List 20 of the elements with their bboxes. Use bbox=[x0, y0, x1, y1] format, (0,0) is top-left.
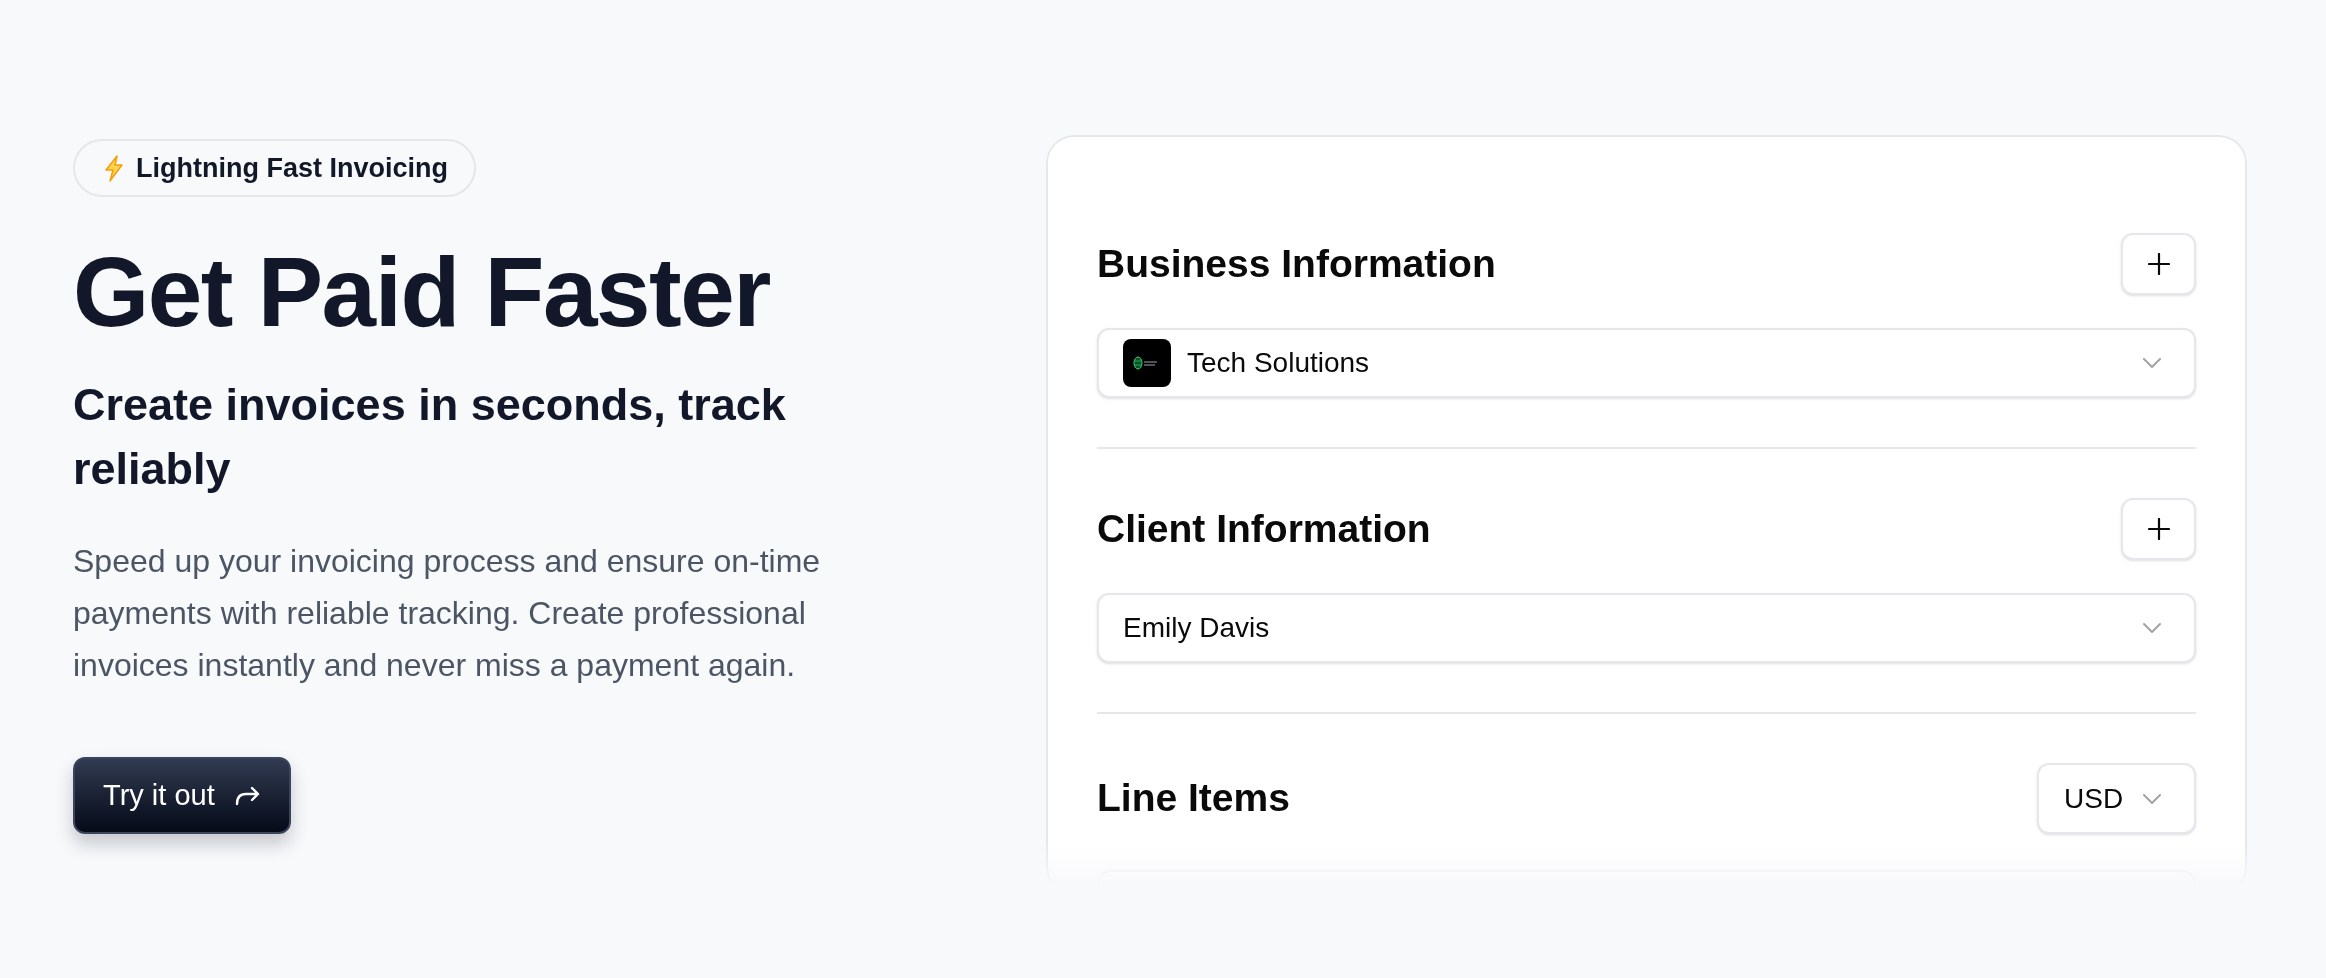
dropdown-field[interactable]: Emily Davis bbox=[1097, 593, 2196, 663]
hero-title: Get Paid Faster bbox=[73, 243, 770, 341]
chevron-down-icon bbox=[2142, 792, 2162, 805]
feature-tagline: Lightning Fast Invoicing bbox=[136, 151, 448, 185]
try-it-out-button[interactable]: Try it out bbox=[73, 757, 291, 834]
hero-description: Speed up your invoicing process and ensure on-time payments with reliable tracking. Create professional invoices instantly and never miss a payment again. bbox=[73, 542, 822, 685]
section-title: Business Information bbox=[1097, 240, 1496, 287]
arrow-right-icon bbox=[234, 785, 261, 806]
chevron-down-icon bbox=[2142, 357, 2162, 369]
section-title: Client Information bbox=[1097, 505, 1431, 552]
plus-icon bbox=[2147, 253, 2170, 275]
hero-subtitle: Create invoices in seconds, track reliably bbox=[73, 378, 787, 496]
lightning-icon bbox=[104, 154, 124, 182]
add-button[interactable] bbox=[2121, 498, 2196, 560]
plus-icon bbox=[2147, 518, 2170, 540]
chevron-down-icon bbox=[2142, 622, 2162, 634]
section-title: Line Items bbox=[1097, 775, 1290, 822]
add-button[interactable] bbox=[2121, 233, 2196, 295]
currency-select[interactable]: USD bbox=[2037, 763, 2196, 834]
dropdown-field[interactable]: Tech Solutions bbox=[1097, 328, 2196, 398]
